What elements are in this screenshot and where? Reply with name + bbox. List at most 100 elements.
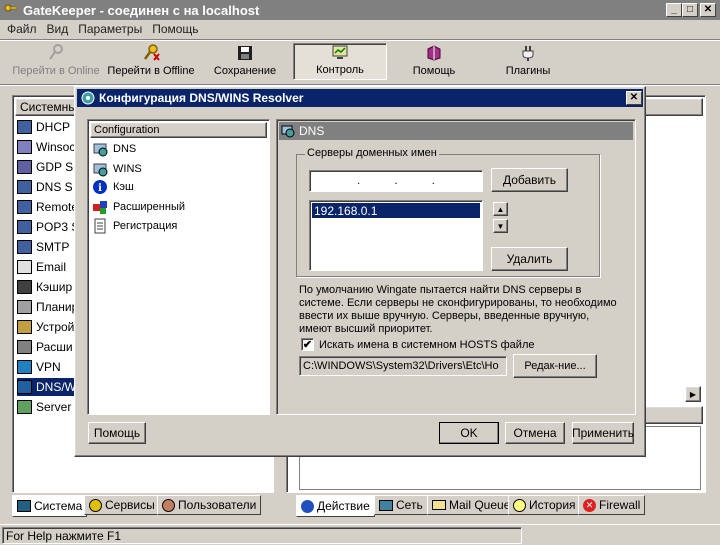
add-server-button[interactable]: Добавить <box>491 168 568 192</box>
service-icon <box>17 120 32 134</box>
status-text-field: For Help нажмите F1 <box>2 527 522 544</box>
left-list-item-label: VPN <box>36 360 61 374</box>
clock-icon <box>513 498 526 512</box>
go-offline-button[interactable]: Перейти в Offline <box>104 42 198 80</box>
service-icon <box>17 180 32 194</box>
left-list-item[interactable]: Кэшир <box>17 278 72 296</box>
minimize-button[interactable]: _ <box>666 3 682 17</box>
left-list-item[interactable]: GDP S <box>17 158 73 176</box>
move-down-button[interactable]: ▼ <box>493 219 508 233</box>
edit-hosts-button[interactable]: Редак-ние... <box>513 354 597 378</box>
left-list-item[interactable]: DHCP <box>17 118 70 136</box>
firewall-icon: ✕ <box>583 498 596 512</box>
ip-address-input[interactable]: ... <box>309 170 483 192</box>
tree-item-registration[interactable]: Регистрация <box>92 217 177 235</box>
dialog-title: Конфигурация DNS/WINS Resolver <box>99 91 304 105</box>
tree-item-dns[interactable]: DNS <box>92 140 136 158</box>
tree-item-advanced[interactable]: Расширенный <box>92 198 185 216</box>
left-list-item-label: Server <box>36 400 72 414</box>
menu-help[interactable]: Помощь <box>152 22 198 38</box>
close-button[interactable]: ✕ <box>700 3 716 17</box>
key-icon <box>49 44 63 60</box>
services-icon <box>89 498 102 512</box>
main-title-bar[interactable]: GateKeeper - соединен с на localhost <box>0 0 720 20</box>
left-list-item[interactable]: SMTP <box>17 238 69 256</box>
menu-params[interactable]: Параметры <box>78 22 142 38</box>
save-button[interactable]: Сохранение <box>200 42 290 80</box>
service-icon <box>17 260 32 274</box>
service-icon <box>17 160 32 174</box>
floppy-icon <box>238 46 252 60</box>
action-icon <box>301 499 314 513</box>
dialog-close-button[interactable]: ✕ <box>626 91 642 105</box>
tree-item-wins[interactable]: WINS <box>92 160 142 178</box>
maximize-button[interactable]: □ <box>682 3 698 17</box>
mail-icon <box>432 500 446 510</box>
left-list-item-label: Планир <box>36 300 79 314</box>
tab-network[interactable]: Сеть <box>374 495 428 515</box>
left-list-item-label: GDP S <box>36 160 74 174</box>
dns-servers-group-label: Серверы доменных имен <box>305 147 439 159</box>
tab-action[interactable]: Действие <box>296 495 375 517</box>
service-icon <box>17 240 32 254</box>
delete-server-button[interactable]: Удалить <box>491 247 568 271</box>
left-list-item-label: Расши <box>36 340 73 354</box>
info-icon: i <box>93 180 107 194</box>
left-list-item[interactable]: Email <box>17 258 66 276</box>
tab-users[interactable]: Пользователи <box>157 495 262 515</box>
service-icon <box>17 360 32 374</box>
left-list-item[interactable]: Расши <box>17 338 73 356</box>
go-online-button[interactable]: Перейти в Online <box>8 42 104 80</box>
left-list-item[interactable]: Планир <box>17 298 78 316</box>
menu-file[interactable]: Файл <box>7 22 37 38</box>
cancel-button[interactable]: Отмена <box>505 422 565 444</box>
monitor-icon <box>332 45 348 59</box>
app-title: GateKeeper - соединен с на localhost <box>23 2 260 18</box>
left-list-item-label: DNS S <box>36 180 73 194</box>
dns-server-list[interactable]: 192.168.0.1 <box>309 200 483 271</box>
menu-view[interactable]: Вид <box>47 22 69 38</box>
dns-settings-panel: DNS Серверы доменных имен ... Добавить 1… <box>276 119 636 415</box>
hosts-path-field[interactable]: C:\WINDOWS\System32\Drivers\Etc\Ho <box>299 356 507 376</box>
left-list-item[interactable]: DNS/W <box>17 378 78 396</box>
left-list-item-label: Кэшир <box>36 280 73 294</box>
left-list-item[interactable]: Remote <box>17 198 78 216</box>
service-icon <box>17 280 32 294</box>
right-scroll-right-button[interactable]: ▶ <box>685 386 701 402</box>
left-list-item[interactable]: Server <box>17 398 71 416</box>
tab-history[interactable]: История <box>508 495 581 515</box>
tree-item-cache[interactable]: i Кэш <box>92 178 134 196</box>
apply-button[interactable]: Применить <box>572 422 634 444</box>
tab-firewall[interactable]: ✕ Firewall <box>578 495 646 515</box>
help-toolbar-button[interactable]: Помощь <box>387 42 481 80</box>
users-icon <box>162 498 175 512</box>
left-list-item[interactable]: VPN <box>17 358 61 376</box>
left-list-item[interactable]: POP3 S <box>17 218 79 236</box>
hosts-checkbox-row[interactable]: ✔ Искать имена в системном HOSTS файле <box>301 338 534 351</box>
plugins-button[interactable]: Плагины <box>481 42 575 80</box>
left-list-item[interactable]: Winsoc <box>17 138 75 156</box>
hosts-checkbox[interactable]: ✔ <box>301 338 314 351</box>
tab-services[interactable]: Сервисы <box>84 495 160 515</box>
left-list-item-label: DNS/W <box>36 380 76 394</box>
move-up-button[interactable]: ▲ <box>493 202 508 216</box>
menu-divider <box>0 39 720 41</box>
dialog-title-bar[interactable]: Конфигурация DNS/WINS Resolver <box>77 89 643 107</box>
left-list-item[interactable]: DNS S <box>17 178 73 196</box>
document-icon <box>94 218 106 234</box>
left-list-item[interactable]: Устрой <box>17 318 74 336</box>
wins-icon <box>93 163 108 177</box>
service-icon <box>17 140 32 154</box>
ok-button[interactable]: OK <box>439 422 499 444</box>
svg-text:i: i <box>98 183 102 194</box>
left-list-item-label: POP3 S <box>36 220 80 234</box>
tab-mail-queue[interactable]: Mail Queue <box>427 495 516 515</box>
network-icon <box>379 499 393 511</box>
status-bar: For Help нажмите F1 <box>0 524 720 545</box>
server-list-item[interactable]: 192.168.0.1 <box>312 203 480 218</box>
dialog-help-button[interactable]: Помощь <box>88 422 146 444</box>
service-icon <box>17 380 32 394</box>
tab-system[interactable]: Система <box>12 495 88 517</box>
control-button[interactable]: Контроль <box>293 43 387 80</box>
dns-description: По умолчанию Wingate пытается найти DNS … <box>299 284 617 335</box>
